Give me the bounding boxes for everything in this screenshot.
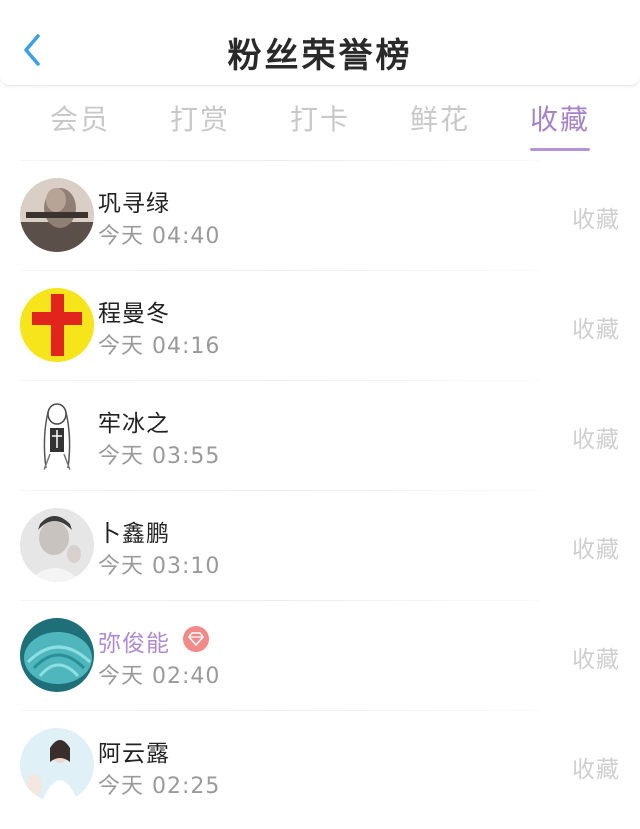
action-label: 收藏 <box>572 537 620 563</box>
active-tab-indicator <box>530 148 590 151</box>
list-item[interactable]: 阿云露 今天 02:25 收藏 <box>0 710 640 820</box>
tab-bar: 会员 打赏 打卡 鲜花 收藏 <box>0 86 640 156</box>
tab-label: 收藏 <box>529 103 590 136</box>
action-label: 收藏 <box>572 427 620 453</box>
action-label: 收藏 <box>572 317 620 343</box>
vip-badge <box>183 626 209 652</box>
avatar[interactable] <box>20 728 94 802</box>
fan-name: 牢冰之 <box>98 411 170 437</box>
light-portrait-avatar <box>20 728 94 802</box>
list-item[interactable]: 卜鑫鹏 今天 03:10 收藏 <box>0 490 640 600</box>
action-label: 收藏 <box>572 647 620 673</box>
avatar[interactable] <box>20 288 94 362</box>
tab-label: 会员 <box>49 103 110 136</box>
fan-name: 卜鑫鹏 <box>98 521 170 547</box>
action-label: 收藏 <box>572 207 620 233</box>
avatar[interactable] <box>20 398 94 472</box>
fan-name: 巩寻绿 <box>98 191 170 217</box>
fan-name: 弥俊能 <box>98 631 170 657</box>
teal-shell-avatar <box>20 618 94 692</box>
fan-time: 今天 03:10 <box>98 554 221 579</box>
divider <box>20 710 540 711</box>
top-bar: 粉丝荣誉榜 <box>0 0 640 86</box>
list-item[interactable]: 牢冰之 今天 03:55 收藏 <box>0 380 640 490</box>
tab-label: 鲜花 <box>409 103 470 136</box>
grey-portrait-avatar <box>20 508 94 582</box>
fan-name: 阿云露 <box>98 741 170 767</box>
fan-time: 今天 03:55 <box>98 444 221 469</box>
tab-member[interactable]: 会员 <box>40 98 120 138</box>
avatar[interactable] <box>20 618 94 692</box>
divider <box>20 160 540 161</box>
list-item[interactable]: 程曼冬 今天 04:16 收藏 <box>0 270 640 380</box>
avatar[interactable] <box>20 178 94 252</box>
divider <box>20 270 540 271</box>
tab-label: 打赏 <box>169 103 230 136</box>
page-title: 粉丝荣誉榜 <box>227 36 413 76</box>
fan-time: 今天 04:40 <box>98 224 221 249</box>
divider <box>20 490 540 491</box>
action-label: 收藏 <box>572 757 620 783</box>
list-item[interactable]: 巩寻绿 今天 04:40 收藏 <box>0 160 640 270</box>
list-item[interactable]: 弥俊能 今天 02:40 收藏 <box>0 600 640 710</box>
fan-time: 今天 02:40 <box>98 664 221 689</box>
divider <box>20 600 540 601</box>
sepia-photo-avatar <box>20 178 94 252</box>
fan-name: 程曼冬 <box>98 301 170 327</box>
tab-reward[interactable]: 打赏 <box>160 98 240 138</box>
sketch-figure-avatar <box>20 398 94 472</box>
tab-flowers[interactable]: 鲜花 <box>400 98 480 138</box>
red-cross-avatar <box>20 288 94 362</box>
tab-label: 打卡 <box>289 103 350 136</box>
fan-time: 今天 02:25 <box>98 774 221 799</box>
diamond-icon <box>188 632 204 646</box>
tab-checkin[interactable]: 打卡 <box>280 98 360 138</box>
avatar[interactable] <box>20 508 94 582</box>
fan-time: 今天 04:16 <box>98 334 221 359</box>
tab-favorites[interactable]: 收藏 <box>520 98 600 151</box>
divider <box>20 380 540 381</box>
